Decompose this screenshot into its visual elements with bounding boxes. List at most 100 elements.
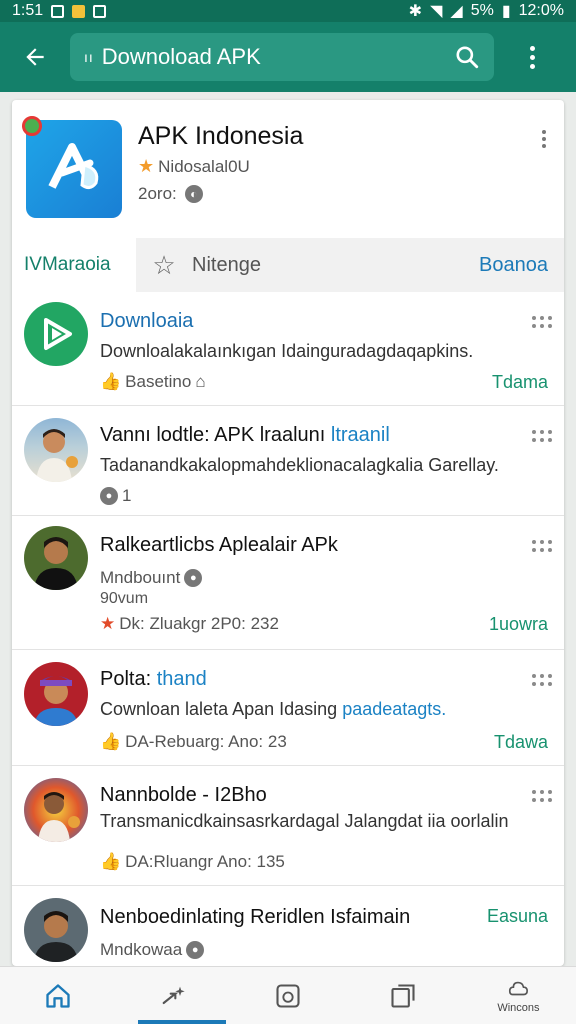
app-rating-text: Nidosalal0U xyxy=(158,156,250,176)
list-item[interactable]: Nenboedinlating Reridlen Isfaimain Mndko… xyxy=(12,886,564,966)
avatar xyxy=(24,526,88,590)
bluetooth-icon: ✱ xyxy=(408,3,423,20)
comment-icon: ● xyxy=(100,487,118,505)
app-header-more-icon[interactable] xyxy=(542,130,546,148)
nav-apps[interactable] xyxy=(230,967,345,1024)
drag-handle-icon[interactable] xyxy=(532,790,552,802)
drag-handle-icon[interactable] xyxy=(532,540,552,552)
nav-account[interactable]: Wincons xyxy=(461,967,576,1024)
avatar xyxy=(24,778,88,842)
item-title: Nannbolde - I2Bho xyxy=(100,784,267,806)
list-item[interactable]: Downloaia Downloalakalaınkıgan Idaingura… xyxy=(12,292,564,406)
message-icon xyxy=(93,4,107,18)
battery-percent: 5% xyxy=(470,2,494,19)
list-item[interactable]: Ralkeartlicbs Aplealair APk Mndbouınt ● … xyxy=(12,516,564,650)
item-meta: 👍 Basetino ⌂ xyxy=(100,372,206,392)
app-bar: ıı Downoload APK xyxy=(0,22,576,92)
item-desc: Tadanandkakalopmahdeklionacalagkalia Gar… xyxy=(100,455,499,475)
item-sub: Mndbouınt ● xyxy=(100,568,203,588)
search-prefix: ıı xyxy=(84,49,94,65)
item-action[interactable]: 1uowra xyxy=(489,614,548,635)
logo-badge-icon xyxy=(22,116,42,136)
star-outline-icon[interactable]: ☆ xyxy=(136,250,192,281)
tab-active[interactable]: IVMaraoia xyxy=(12,238,136,292)
item-title: Polta: thand xyxy=(100,668,207,691)
list-item[interactable]: Nannbolde - I2Bho Transmanicdkainsasrkar… xyxy=(12,766,564,886)
drag-handle-icon[interactable] xyxy=(532,430,552,442)
item-action[interactable]: Tdama xyxy=(492,372,548,393)
nav-home[interactable] xyxy=(0,967,115,1024)
apk-logo-icon xyxy=(48,143,99,190)
star-icon: ★ xyxy=(138,156,155,176)
verified-icon: ● xyxy=(186,941,205,959)
item-action[interactable]: Tdawa xyxy=(494,732,548,753)
drag-handle-icon[interactable] xyxy=(532,316,552,328)
item-meta: 👍 DA-Rebuarg: Ano: 23 xyxy=(100,732,287,752)
app-name: APK Indonesia xyxy=(138,122,304,150)
app-meta: 2oro: ◐ xyxy=(138,184,203,204)
item-title-main: Polta: xyxy=(100,668,157,690)
item-title-accent: ltraanil xyxy=(330,424,390,446)
nav-library[interactable] xyxy=(346,967,461,1024)
nav-account-label: Wincons xyxy=(497,1001,540,1014)
result-list: Downloaia Downloalakalaınkıgan Idaingura… xyxy=(12,292,564,966)
item-title-accent: thand xyxy=(156,668,207,690)
item-sub-text: Mndbouınt xyxy=(100,568,181,587)
search-bar[interactable]: ıı Downoload APK xyxy=(70,33,494,81)
item-title-main: Vannı lodtle: APK lraalunı xyxy=(100,424,331,446)
tab-right[interactable]: Boanoa xyxy=(479,254,548,277)
item-title: Vannı lodtle: APK lraalunı ltraanil xyxy=(100,424,390,447)
item-meta: 👍 DA:Rluangr Ano: 135 xyxy=(100,852,285,872)
notification-app-icon xyxy=(72,4,86,18)
battery-icon: ▮ xyxy=(501,3,511,20)
avatar xyxy=(24,898,88,962)
avatar xyxy=(24,418,88,482)
status-clock: 12:0% xyxy=(518,2,564,19)
status-bar: 1:51 ✱ ◥ ◢ 5% ▮ 12:0% xyxy=(0,0,576,22)
item-meta: ● 1 xyxy=(100,486,131,506)
back-button[interactable] xyxy=(0,22,70,92)
search-query[interactable]: Downoload APK xyxy=(102,44,454,70)
nav-explore[interactable] xyxy=(115,967,230,1024)
home-small-icon: ⌂ xyxy=(195,372,206,391)
arrow-left-icon xyxy=(26,48,44,66)
item-meta: ★ Dk: Zluakgr 2P0: 232 xyxy=(100,614,279,634)
app-rating: ★ Nidosalal0U xyxy=(138,156,250,177)
cloud-icon xyxy=(509,981,529,995)
play-app-icon xyxy=(24,302,88,366)
thumbs-up-icon: 👍 xyxy=(100,732,122,751)
app-logo[interactable] xyxy=(22,116,122,218)
tab-middle[interactable]: Nitenge xyxy=(192,254,261,277)
list-item[interactable]: Polta: thand Cownloan laleta Apan Idasin… xyxy=(12,650,564,766)
item-desc: Downloalakalaınkıgan Idainguradagdaqapki… xyxy=(100,341,474,361)
drag-handle-icon[interactable] xyxy=(532,674,552,686)
item-meta-text: DA:Rluangr Ano: 135 xyxy=(125,852,285,871)
search-icon[interactable] xyxy=(454,44,480,70)
app-meta-text: 2oro: xyxy=(138,184,177,203)
item-meta-text: 1 xyxy=(122,486,132,505)
signal-icon: ◢ xyxy=(450,3,463,20)
item-action[interactable]: Easuna xyxy=(487,906,548,927)
item-title: Downloaia xyxy=(100,310,194,332)
more-vert-icon xyxy=(529,45,535,69)
results-card: APK Indonesia ★ Nidosalal0U 2oro: ◐ IVMa… xyxy=(12,100,564,966)
bottom-navigation: Wincons xyxy=(0,966,576,1024)
globe-icon: ◐ xyxy=(184,185,203,203)
thumbs-up-icon: 👍 xyxy=(100,852,122,871)
item-sub-text: Mndkowaa xyxy=(100,940,183,959)
star-icon: ★ xyxy=(100,614,116,633)
list-item[interactable]: Vannı lodtle: APK lraalunı ltraanil Tada… xyxy=(12,406,564,516)
item-title: Ralkeartlicbs Aplealair APk xyxy=(100,534,338,556)
home-icon xyxy=(45,983,70,1008)
item-meta-text: Dk: Zluakgr 2P0: 232 xyxy=(119,614,279,633)
item-desc-accent: paadeatagts. xyxy=(342,699,447,719)
notification-icon xyxy=(51,4,65,18)
item-sub2: 90vum xyxy=(100,590,149,607)
item-desc-main: Cownloan laleta Apan Idasing xyxy=(100,699,343,719)
item-meta-text: Basetino xyxy=(125,372,192,391)
app-header[interactable]: APK Indonesia ★ Nidosalal0U 2oro: ◐ xyxy=(12,100,564,236)
status-time: 1:51 xyxy=(12,2,44,19)
overflow-menu-button[interactable] xyxy=(494,22,570,92)
thumbs-up-icon: 👍 xyxy=(100,372,122,391)
nav-indicator xyxy=(138,1020,226,1024)
